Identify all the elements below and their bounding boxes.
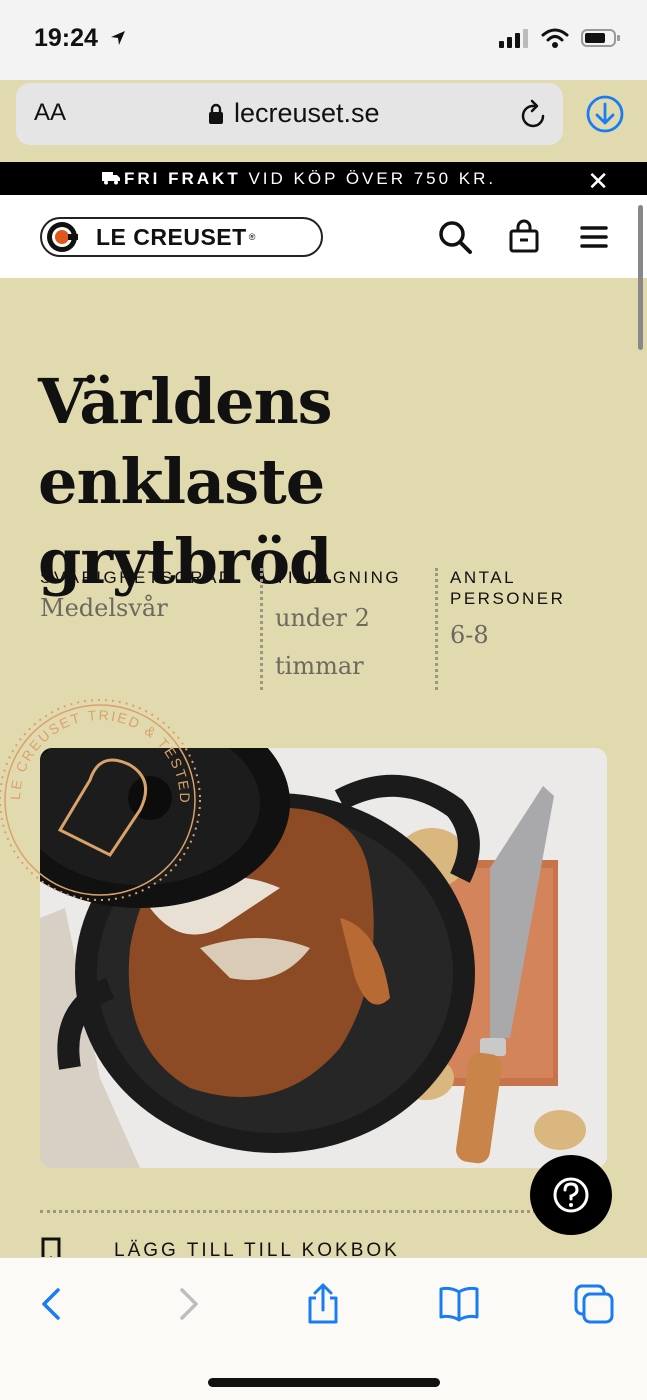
text-size-label: AA xyxy=(34,99,67,126)
stamp-text: LE CREUSET TRIED & TESTED RECIPE xyxy=(0,690,193,805)
difficulty-block: SVÅRIGHETSGRAD Medelsvår xyxy=(40,567,250,628)
back-icon[interactable] xyxy=(30,1282,74,1326)
promo-rest: VID KÖP ÖVER 750 KR. xyxy=(240,169,497,188)
promo-text: FRI FRAKT VID KÖP ÖVER 750 KR. xyxy=(102,169,496,189)
cooking-time-value: under 2 timmar xyxy=(275,604,370,680)
free-shipping-banner: FRI FRAKT VID KÖP ÖVER 750 KR. ✕ xyxy=(0,162,647,197)
search-icon[interactable] xyxy=(437,219,473,255)
promo-bold: FRI FRAKT xyxy=(124,169,241,188)
url-text: lecreuset.se xyxy=(234,98,380,128)
difficulty-label: SVÅRIGHETSGRAD xyxy=(40,568,234,587)
meta-divider xyxy=(260,568,263,690)
scrollbar[interactable] xyxy=(638,205,643,350)
question-mark-icon xyxy=(553,1177,589,1213)
download-icon[interactable] xyxy=(585,94,625,134)
time-text: 19:24 xyxy=(34,24,98,52)
lock-icon xyxy=(209,103,223,124)
location-arrow-icon xyxy=(110,31,125,45)
address-bar[interactable]: AA lecreuset.se xyxy=(16,83,563,145)
servings-block: ANTAL PERSONER 6-8 xyxy=(450,567,590,659)
tabs-icon[interactable] xyxy=(572,1282,616,1326)
tried-tested-stamp: LE CREUSET TRIED & TESTED RECIPE xyxy=(0,690,201,901)
home-indicator[interactable] xyxy=(208,1378,440,1387)
battery-icon xyxy=(581,29,620,47)
menu-icon[interactable] xyxy=(576,219,612,255)
text-size-button[interactable]: AA xyxy=(34,99,66,127)
registered-mark: ® xyxy=(248,232,256,242)
url-display[interactable]: lecreuset.se xyxy=(208,98,380,129)
cooking-time-block: TILLAGNING under 2 timmar xyxy=(275,567,425,690)
meta-divider xyxy=(435,568,438,690)
logo-mark-icon xyxy=(47,222,78,252)
logo-text: LE CREUSET xyxy=(96,223,247,250)
wifi-icon xyxy=(541,28,569,48)
reload-icon[interactable] xyxy=(519,98,549,130)
truck-icon xyxy=(102,172,120,185)
forward-icon[interactable] xyxy=(166,1282,210,1326)
cellular-signal-icon xyxy=(499,29,528,48)
help-button[interactable] xyxy=(530,1155,612,1235)
servings-value: 6-8 xyxy=(450,621,489,649)
shopping-bag-icon[interactable] xyxy=(506,219,542,255)
status-bar: 19:24 xyxy=(0,0,647,80)
site-header: LE CREUSET ® xyxy=(0,195,647,278)
section-divider xyxy=(40,1210,560,1213)
close-banner-icon[interactable]: ✕ xyxy=(587,166,609,197)
bookmarks-icon[interactable] xyxy=(437,1282,481,1326)
difficulty-value: Medelsvår xyxy=(40,594,168,622)
status-time: 19:24 xyxy=(34,24,127,53)
share-icon[interactable] xyxy=(301,1282,345,1326)
servings-label: ANTAL PERSONER xyxy=(450,568,566,608)
le-creuset-logo[interactable]: LE CREUSET ® xyxy=(40,217,323,257)
chef-hat-icon xyxy=(57,758,148,857)
recipe-title: Världens enklaste grytbröd xyxy=(38,365,333,598)
cooking-time-label: TILLAGNING xyxy=(275,568,402,587)
